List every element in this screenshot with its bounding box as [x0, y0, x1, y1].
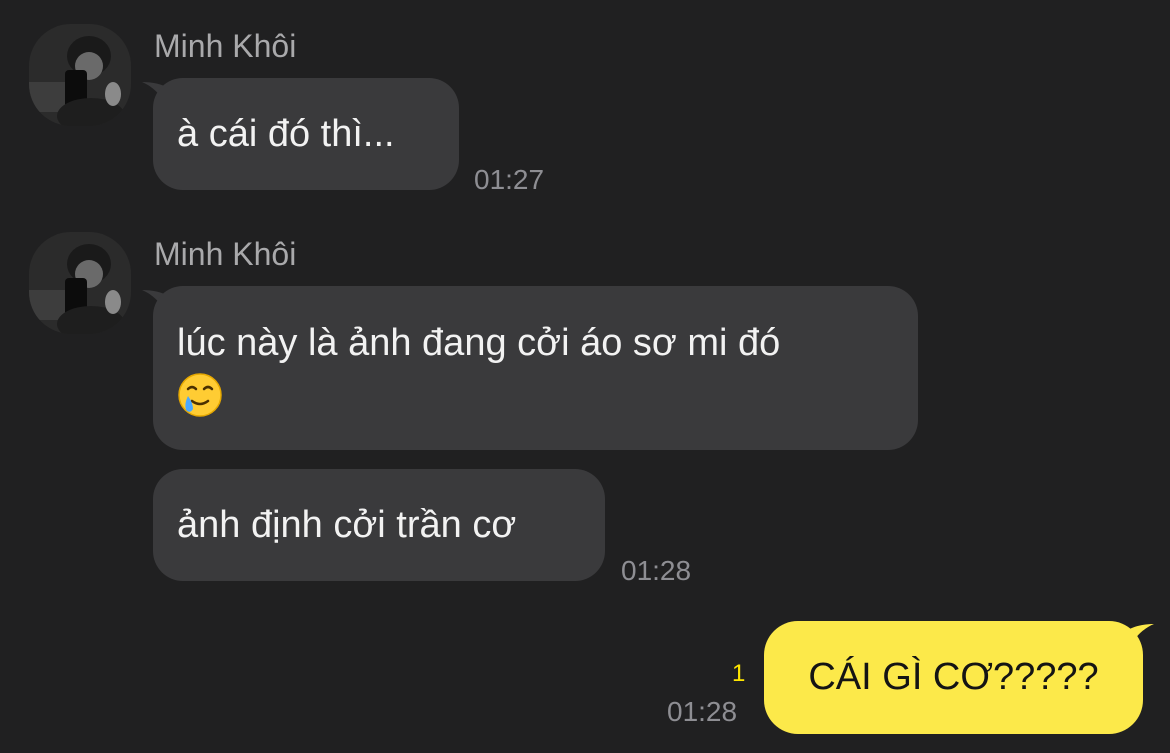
person-photo-icon — [29, 232, 131, 334]
message-timestamp: 01:28 — [667, 696, 738, 727]
message-text: à cái đó thì... — [177, 113, 395, 155]
incoming-message-bubble[interactable]: à cái đó thì... — [153, 78, 459, 190]
smiling-face-with-tear-icon — [178, 373, 222, 417]
message-text: lúc này là ảnh đang cởi áo sơ mi đó — [177, 322, 781, 364]
outgoing-message-bubble[interactable]: CÁI GÌ CƠ????? — [764, 621, 1143, 734]
person-photo-icon — [29, 24, 131, 126]
sender-avatar[interactable] — [29, 24, 131, 126]
incoming-message-bubble[interactable]: ảnh định cởi trần cơ — [153, 469, 605, 581]
message-timestamp: 01:27 — [474, 164, 545, 195]
unread-count: 1 — [732, 660, 746, 687]
message-text: CÁI GÌ CƠ????? — [808, 656, 1099, 698]
message-text: ảnh định cởi trần cơ — [177, 504, 517, 546]
sender-name: Minh Khôi — [154, 236, 297, 272]
message-timestamp: 01:28 — [621, 555, 692, 586]
chat-area[interactable]: Minh Khôi à cái đó thì... 01:27 Minh Khô… — [0, 0, 1170, 753]
sender-avatar[interactable] — [29, 232, 131, 334]
incoming-message-bubble[interactable]: lúc này là ảnh đang cởi áo sơ mi đó — [153, 286, 918, 450]
sender-name: Minh Khôi — [154, 28, 297, 64]
